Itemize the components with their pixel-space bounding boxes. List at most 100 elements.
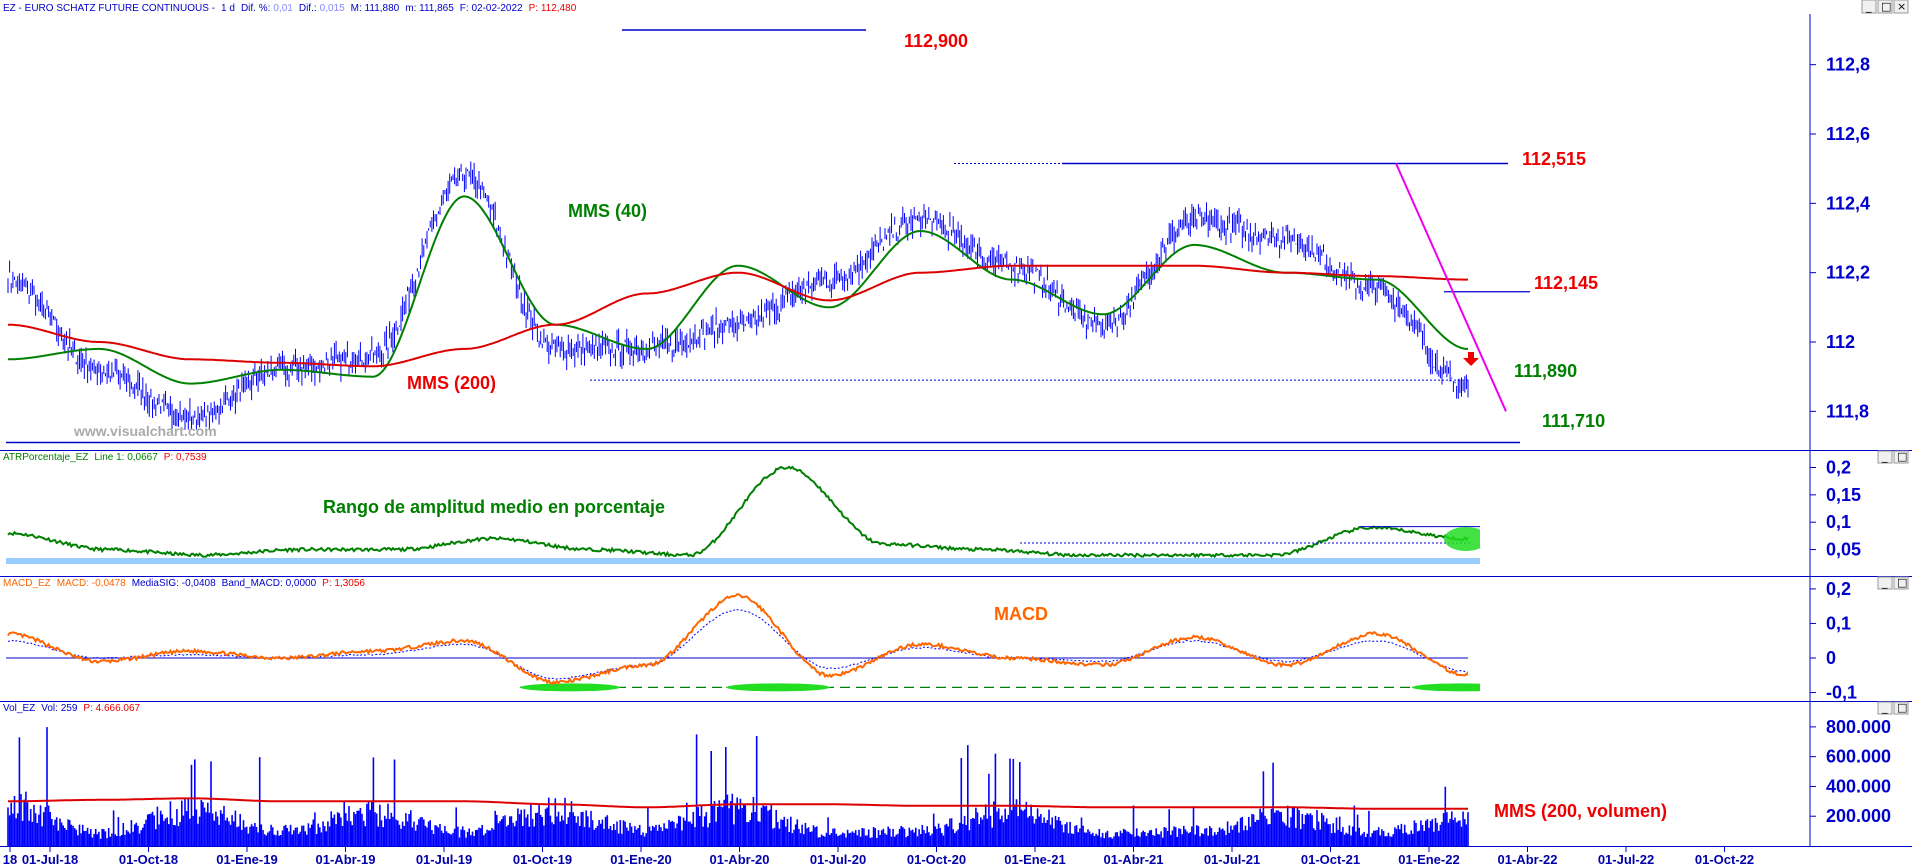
y-tick-label: 111,8 — [1826, 401, 1869, 421]
vol-header-name: Vol_EZ — [3, 703, 35, 714]
x-tick-label: 01-Oct-22 — [1695, 852, 1754, 867]
macd-y-axis: -0,1 0 0,1 0,2 — [1810, 579, 1857, 703]
atr-y-axis: 0,05 0,1 0,15 0,2 — [1810, 457, 1861, 560]
x-tick-label: 01-Abr-19 — [316, 852, 376, 867]
restore-icon: □ — [1897, 576, 1907, 589]
x-tick-label: 01-Jul-22 — [1598, 852, 1654, 867]
vol-window-buttons: _ □ — [1877, 701, 1909, 715]
svg-text:MACD_EZMACD: -0,0478MediaSIG:: MACD_EZ MACD: -0,0478 MediaSIG: -0,0408 Ban… — [3, 578, 365, 589]
main-window-buttons: _ □ × — [1861, 0, 1909, 14]
y-tick-label: -0,1 — [1826, 683, 1857, 703]
header-difpct-label: Dif. %: — [241, 3, 270, 14]
minimize-icon: _ — [1881, 576, 1888, 589]
x-tick-label: 01-Jul-18 — [22, 852, 78, 867]
chart-canvas: EZ - EURO SCHATZ FUTURE CONTINUOUS - 1 d D… — [0, 0, 1912, 867]
label-111710: 111,710 — [1542, 411, 1605, 431]
label-111890: 111,890 — [1514, 361, 1577, 381]
minimize-icon: _ — [1881, 701, 1888, 714]
atr-header-name: ATRPorcentaje_EZ — [3, 452, 88, 463]
volume-pane — [7, 727, 1469, 846]
atr-header-line: Line 1: 0,0667 — [94, 452, 158, 463]
label-112515: 112,515 — [1522, 149, 1586, 169]
svg-text:ATRPorcentaje_EZLine 1: 0,0667: ATRPorcentaje_EZ Line 1: 0,0667 P: 0,7539 — [3, 452, 207, 463]
y-tick-label: 400.000 — [1826, 776, 1891, 796]
close-icon: × — [1897, 0, 1906, 13]
pane-window-buttons: _ □ × _ □ _ □ _ □ — [1861, 0, 1909, 715]
label-112145: 112,145 — [1534, 273, 1598, 293]
trendline-down — [1395, 163, 1507, 412]
macd-pane — [6, 593, 1480, 692]
pane-frames — [0, 14, 1912, 847]
header-dif-label: Dif.: — [299, 3, 317, 14]
y-tick-label: 112 — [1826, 332, 1855, 352]
y-tick-label: 0,2 — [1826, 457, 1851, 477]
svg-text:EZ - EURO SCHATZ FUTURE CONTIN: EZ - EURO SCHATZ FUTURE CONTINUOUS - 1 d D… — [3, 3, 577, 14]
header-price: P: 112,480 — [529, 3, 577, 14]
macd-highlight-3 — [1412, 683, 1480, 692]
x-tick-label: 01-Oct-20 — [907, 852, 966, 867]
mms40-line — [8, 195, 1468, 385]
macd-header: MACD_EZ MACD: -0,0478 MediaSIG: -0,0408 Ban… — [3, 578, 365, 589]
y-tick-label: 0,1 — [1826, 512, 1851, 532]
svg-text:Vol_EZVol: 259P: 4.666.067: Vol_EZ Vol: 259 P: 4.666.067 — [3, 703, 141, 714]
y-tick-label: 112,8 — [1826, 55, 1870, 75]
header-date: F: 02-02-2022 — [460, 3, 523, 14]
x-tick-label: 01-Jul-21 — [1204, 852, 1260, 867]
label-mms40: MMS (40) — [568, 201, 647, 221]
header-tf: 1 d — [221, 3, 235, 14]
main-header: EZ - EURO SCHATZ FUTURE CONTINUOUS - 1 d D… — [3, 3, 577, 14]
header-dif: 0,015 — [320, 3, 345, 14]
y-tick-label: 200.000 — [1826, 806, 1891, 826]
y-tick-label: 0 — [1826, 648, 1836, 668]
minimize-icon: _ — [1865, 0, 1872, 13]
price-pane — [7, 161, 1469, 431]
macd-header-sig: MediaSIG: -0,0408 — [132, 578, 216, 589]
atr-header-price: P: 0,7539 — [164, 452, 207, 463]
price-levels — [6, 29, 1530, 444]
atr-baseline-band — [6, 558, 1480, 564]
macd-header-name: MACD_EZ — [3, 578, 51, 589]
x-tick-label: 01-Abr-20 — [710, 852, 770, 867]
x-tick-label: 01-Ene-20 — [610, 852, 671, 867]
watermark: www.visualchart.com — [73, 423, 217, 439]
vol-header-vol: Vol: 259 — [41, 703, 78, 714]
restore-icon: □ — [1897, 701, 1907, 714]
label-112900: 112,900 — [904, 31, 968, 51]
atr-header: ATRPorcentaje_EZ Line 1: 0,0667 P: 0,7539 — [3, 452, 207, 463]
mms200-line — [8, 264, 1468, 368]
macd-window-buttons: _ □ — [1877, 576, 1909, 590]
x-tick-label: 18 — [3, 852, 17, 867]
y-tick-label: 0,2 — [1826, 579, 1851, 599]
down-arrow-icon — [1463, 352, 1479, 366]
x-tick-label: 01-Abr-22 — [1498, 852, 1558, 867]
y-tick-label: 0,15 — [1826, 485, 1861, 505]
label-macd: MACD — [994, 604, 1048, 624]
minimize-icon: _ — [1881, 450, 1888, 463]
atr-window-buttons: _ □ — [1877, 450, 1909, 464]
vol-header: Vol_EZ Vol: 259 P: 4.666.067 — [3, 703, 141, 714]
header-difpct: 0,01 — [273, 3, 293, 14]
macd-signal-line — [7, 608, 1469, 680]
header-max: M: 111,880 — [351, 3, 400, 14]
x-tick-label: 01-Ene-19 — [216, 852, 277, 867]
x-tick-label: 01-Abr-21 — [1104, 852, 1164, 867]
y-tick-label: 800.000 — [1826, 717, 1891, 737]
y-tick-label: 0,1 — [1826, 613, 1851, 633]
y-tick-label: 112,4 — [1826, 193, 1870, 213]
macd-header-price: P: 1,3056 — [322, 578, 365, 589]
macd-header-band: Band_MACD: 0,0000 — [222, 578, 317, 589]
x-tick-label: 01-Oct-19 — [513, 852, 572, 867]
x-tick-label: 01-Jul-19 — [416, 852, 472, 867]
price-y-axis: 111,8 112 112,2 112,4 112,6 112,8 — [1810, 55, 1870, 421]
restore-icon: □ — [1881, 0, 1891, 13]
macd-highlight-1 — [520, 683, 620, 692]
restore-icon: □ — [1897, 450, 1907, 463]
y-tick-label: 112,2 — [1826, 263, 1870, 283]
x-tick-label: 01-Ene-22 — [1398, 852, 1459, 867]
header-min: m: 111,865 — [405, 3, 454, 14]
y-tick-label: 112,6 — [1826, 124, 1870, 144]
header-name: EZ - EURO SCHATZ FUTURE CONTINUOUS - — [3, 3, 215, 14]
volume-y-axis: 200.000 400.000 600.000 800.000 — [1810, 717, 1891, 826]
x-tick-label: 01-Oct-21 — [1301, 852, 1360, 867]
macd-line — [7, 593, 1469, 686]
